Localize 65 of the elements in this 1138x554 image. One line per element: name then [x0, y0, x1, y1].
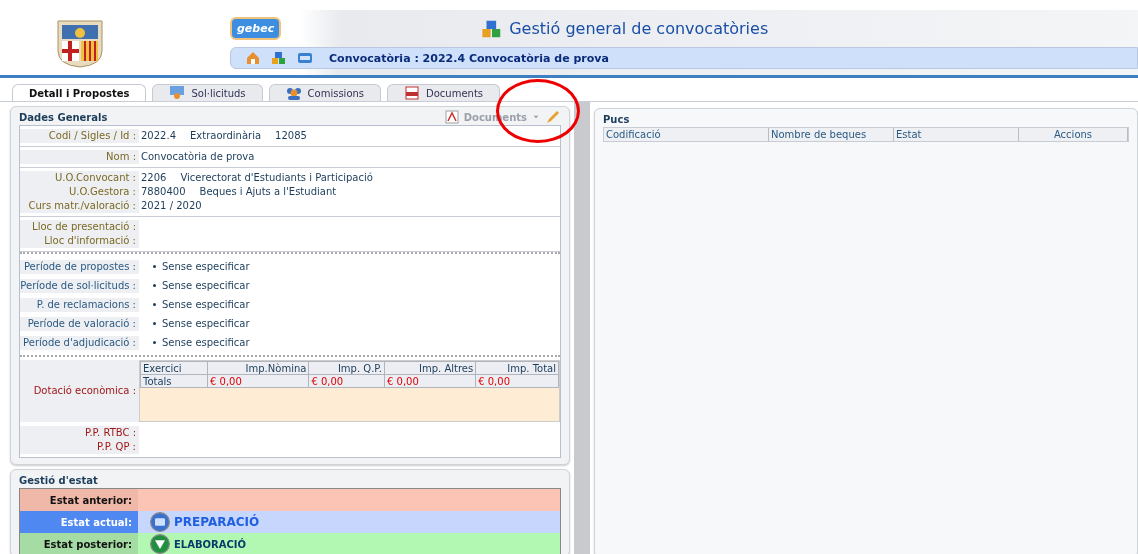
- tray-icon: [297, 50, 313, 66]
- field-label: P. de reclamacions :: [20, 297, 139, 312]
- field-value: Vicerectorat d'Estudiants i Participació: [180, 171, 373, 185]
- column-header: Imp.Nòmina: [207, 361, 309, 375]
- field-label: Període de propostes :: [20, 259, 139, 274]
- field-label: Període de sol·licituds :: [20, 278, 139, 293]
- status-label: Estat posterior:: [20, 533, 138, 554]
- tab[interactable]: Documents: [387, 84, 501, 101]
- field-label: Lloc de presentació :: [20, 220, 139, 234]
- field-label: Nom :: [20, 150, 139, 164]
- status-value: PREPARACIÓ: [174, 515, 260, 529]
- status-value: ELABORACIÓ: [174, 538, 247, 550]
- bullet-icon: [153, 322, 156, 325]
- field-value: Sense especificar: [162, 337, 250, 348]
- field-label: Dotació econòmica :: [20, 360, 139, 422]
- tab[interactable]: Sol·licituds: [152, 84, 263, 101]
- bullet-icon: [153, 265, 156, 268]
- field-label: U.O.Gestora :: [20, 185, 139, 199]
- field-value: 7880400: [141, 185, 186, 199]
- field-label: P.P. RTBC :: [20, 426, 139, 440]
- field-value: Sense especificar: [162, 261, 250, 272]
- status-label: Estat actual:: [20, 511, 138, 533]
- funnel-icon: [150, 534, 170, 554]
- field-label: Codi / Sigles / Id :: [20, 129, 139, 143]
- field-value: 2022.4: [141, 129, 176, 143]
- panel-title: Dades Generals: [19, 111, 108, 123]
- status-label: Estat anterior:: [20, 489, 138, 511]
- field-label: Curs matr./valoració :: [20, 199, 139, 213]
- pdf-icon: [404, 85, 421, 101]
- panel-title: Gestió d'estat: [19, 474, 98, 486]
- people-icon: [285, 85, 302, 101]
- scrollbar-track[interactable]: [574, 102, 590, 554]
- field-value: 12085: [275, 129, 307, 143]
- column-header: Nombre de beques: [769, 128, 894, 141]
- column-header: Imp. Total: [475, 361, 559, 375]
- column-header: Estat: [894, 128, 1019, 141]
- field-value: Sense especificar: [162, 280, 250, 291]
- column-header: Accions: [1019, 128, 1128, 141]
- field-value: Extraordinària: [190, 129, 262, 143]
- field-value: Sense especificar: [162, 299, 250, 310]
- column-header: Codificació: [604, 128, 769, 141]
- home-icon: [245, 50, 261, 66]
- blocks-icon: [271, 50, 287, 66]
- field-label: Període de valoració :: [20, 316, 139, 331]
- breadcrumb: Convocatòria : 2022.4 Convocatòria de prova: [329, 51, 609, 65]
- calendar-person-icon: [169, 85, 186, 101]
- field-label: P.P. QP :: [20, 440, 139, 454]
- bullet-icon: [153, 284, 156, 287]
- app-title: Gestió general de convocatòries: [509, 19, 769, 38]
- bullet-icon: [153, 303, 156, 306]
- field-value: Sense especificar: [162, 318, 250, 329]
- column-header: Imp. Altres: [384, 361, 476, 375]
- bullet-icon: [153, 341, 156, 344]
- column-header: Exercici: [140, 361, 208, 375]
- field-label: U.O.Convocant :: [20, 171, 139, 185]
- tab[interactable]: Detall i Propostes: [12, 84, 147, 101]
- field-label: Període d'adjudicació :: [20, 335, 139, 350]
- column-header: Imp. Q.P.: [308, 361, 385, 375]
- field-value: Convocatòria de prova: [141, 150, 255, 164]
- field-value: Beques i Ajuts a l'Estudiant: [199, 185, 337, 199]
- field-label: Lloc d'informació :: [20, 234, 139, 248]
- tab[interactable]: Comissions: [268, 84, 382, 101]
- field-value: 2206: [141, 171, 167, 185]
- field-value: 2021 / 2020: [141, 199, 202, 213]
- panel-title: Pucs: [603, 113, 630, 125]
